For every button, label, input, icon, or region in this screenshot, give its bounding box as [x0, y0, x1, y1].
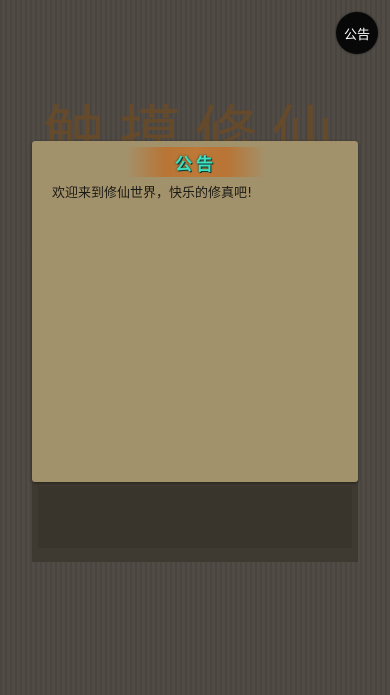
announcement-message: 欢迎来到修仙世界，快乐的修真吧!	[52, 186, 253, 201]
background-panel	[32, 482, 358, 562]
background-panel-inner	[38, 486, 352, 548]
announcement-dialog: 公告 欢迎来到修仙世界，快乐的修真吧!	[32, 141, 358, 482]
dialog-title: 公告	[175, 154, 217, 175]
dialog-header-banner: 公告	[126, 147, 266, 177]
background-game-title: 触摸修仙	[42, 98, 347, 146]
notice-button[interactable]: 公告	[336, 12, 378, 54]
